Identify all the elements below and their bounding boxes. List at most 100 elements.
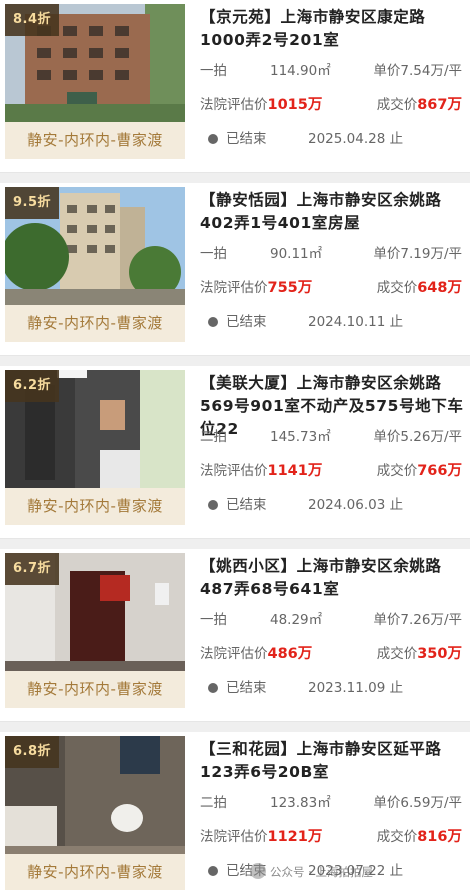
status-badge: 已结束 bbox=[200, 126, 267, 152]
appraisal-label: 法院评估价 bbox=[200, 646, 268, 662]
listing-thumbnail[interactable]: 6.2折 静安-内环内-曹家渡 bbox=[5, 370, 185, 525]
discount-badge: 6.2折 bbox=[5, 370, 60, 402]
listing-card[interactable]: 9.5折 静安-内环内-曹家渡 【静安恬园】上海市静安区余姚路402弄1号401… bbox=[0, 183, 470, 356]
deal-label: 成交价 bbox=[376, 97, 418, 113]
listing-info: 【静安恬园】上海市静安区余姚路402弄1号401室房屋 一拍 90.11㎡ 单价… bbox=[200, 183, 466, 356]
deal-value: 766万 bbox=[417, 463, 462, 479]
auction-round: 二拍 bbox=[200, 429, 227, 445]
status-dot-icon bbox=[208, 866, 218, 876]
deal-label: 成交价 bbox=[376, 646, 418, 662]
deal-price: 成交价648万 bbox=[377, 275, 462, 301]
appraisal-value: 755万 bbox=[267, 280, 313, 296]
unit-price: 单价5.26万/平 bbox=[373, 429, 462, 445]
auction-round: 一拍 bbox=[200, 63, 227, 79]
auction-round: 一拍 bbox=[200, 612, 227, 628]
end-date: 2023.11.09 止 bbox=[308, 680, 404, 696]
listing-card[interactable]: 6.8折 静安-内环内-曹家渡 【三和花园】上海市静安区延平路123弄6号20B… bbox=[0, 732, 470, 890]
appraisal-label: 法院评估价 bbox=[200, 829, 268, 845]
price-row: 二拍 123.83㎡ 单价6.59万/平 bbox=[200, 790, 466, 816]
status-badge: 已结束 bbox=[200, 675, 267, 701]
watermark-text: 公众号 · 上海拍拍屋 bbox=[270, 865, 373, 879]
appraisal-label: 法院评估价 bbox=[200, 97, 268, 113]
status-dot-icon bbox=[208, 500, 218, 510]
location-tag: 静安-内环内-曹家渡 bbox=[5, 671, 185, 708]
status-dot-icon bbox=[208, 317, 218, 327]
deal-label: 成交价 bbox=[376, 280, 418, 296]
status-text: 已结束 bbox=[226, 497, 267, 513]
valuation-row: 法院评估价486万 成交价350万 bbox=[200, 641, 466, 667]
valuation-row: 法院评估价755万 成交价648万 bbox=[200, 275, 466, 301]
appraisal-value: 486万 bbox=[267, 646, 313, 662]
status-badge: 已结束 bbox=[200, 492, 267, 518]
deal-value: 816万 bbox=[417, 829, 462, 845]
appraisal-price: 法院评估价486万 bbox=[200, 641, 312, 667]
listing-card[interactable]: 6.2折 静安-内环内-曹家渡 【美联大厦】上海市静安区余姚路569号901室不… bbox=[0, 366, 470, 539]
price-row: 一拍 114.90㎡ 单价7.54万/平 bbox=[200, 58, 466, 84]
price-row: 二拍 145.73㎡ 单价5.26万/平 bbox=[200, 424, 466, 450]
valuation-row: 法院评估价1141万 成交价766万 bbox=[200, 458, 466, 484]
status-row: 已结束 2024.06.03 止 bbox=[200, 492, 466, 518]
floor-area: 48.29㎡ bbox=[270, 612, 323, 628]
location-tag: 静安-内环内-曹家渡 bbox=[5, 488, 185, 525]
listing-thumbnail[interactable]: 8.4折 静安-内环内-曹家渡 bbox=[5, 4, 185, 159]
price-row: 一拍 90.11㎡ 单价7.19万/平 bbox=[200, 241, 466, 267]
end-date: 2025.04.28 止 bbox=[308, 131, 404, 147]
floor-area: 123.83㎡ bbox=[270, 795, 331, 811]
deal-value: 350万 bbox=[417, 646, 462, 662]
deal-label: 成交价 bbox=[376, 463, 418, 479]
appraisal-price: 法院评估价1015万 bbox=[200, 92, 322, 118]
unit-price: 单价7.26万/平 bbox=[373, 612, 462, 628]
status-row: 已结束 2023.11.09 止 bbox=[200, 675, 466, 701]
auction-listing-list: 8.4折 静安-内环内-曹家渡 【京元苑】上海市静安区康定路1000弄2号201… bbox=[0, 0, 470, 890]
listing-title[interactable]: 【三和花园】上海市静安区延平路123弄6号20B室 bbox=[200, 738, 466, 784]
discount-badge: 6.8折 bbox=[5, 736, 60, 768]
deal-value: 648万 bbox=[417, 280, 462, 296]
status-row: 已结束 2025.04.28 止 bbox=[200, 126, 466, 152]
floor-area: 114.90㎡ bbox=[270, 63, 331, 79]
listing-info: 【姚西小区】上海市静安区余姚路487弄68号641室 一拍 48.29㎡ 单价7… bbox=[200, 549, 466, 722]
location-tag: 静安-内环内-曹家渡 bbox=[5, 122, 185, 159]
end-date: 2024.10.11 止 bbox=[308, 314, 404, 330]
deal-value: 867万 bbox=[417, 97, 462, 113]
deal-price: 成交价350万 bbox=[377, 641, 462, 667]
unit-price: 单价7.54万/平 bbox=[373, 63, 462, 79]
listing-thumbnail[interactable]: 6.7折 静安-内环内-曹家渡 bbox=[5, 553, 185, 708]
status-dot-icon bbox=[208, 134, 218, 144]
watermark: 公众号 · 上海拍拍屋 bbox=[250, 862, 373, 882]
appraisal-label: 法院评估价 bbox=[200, 463, 268, 479]
status-badge: 已结束 bbox=[200, 309, 267, 335]
valuation-row: 法院评估价1121万 成交价816万 bbox=[200, 824, 466, 850]
appraisal-label: 法院评估价 bbox=[200, 280, 268, 296]
wechat-official-account-icon bbox=[250, 863, 266, 879]
appraisal-value: 1015万 bbox=[267, 97, 323, 113]
valuation-row: 法院评估价1015万 成交价867万 bbox=[200, 92, 466, 118]
listing-thumbnail[interactable]: 9.5折 静安-内环内-曹家渡 bbox=[5, 187, 185, 342]
status-dot-icon bbox=[208, 683, 218, 693]
price-row: 一拍 48.29㎡ 单价7.26万/平 bbox=[200, 607, 466, 633]
location-tag: 静安-内环内-曹家渡 bbox=[5, 305, 185, 342]
floor-area: 145.73㎡ bbox=[270, 429, 331, 445]
listing-card[interactable]: 8.4折 静安-内环内-曹家渡 【京元苑】上海市静安区康定路1000弄2号201… bbox=[0, 0, 470, 173]
listing-info: 【京元苑】上海市静安区康定路1000弄2号201室 一拍 114.90㎡ 单价7… bbox=[200, 0, 466, 173]
discount-badge: 9.5折 bbox=[5, 187, 60, 219]
appraisal-value: 1141万 bbox=[267, 463, 323, 479]
deal-price: 成交价867万 bbox=[377, 92, 462, 118]
status-text: 已结束 bbox=[226, 680, 267, 696]
listing-title[interactable]: 【姚西小区】上海市静安区余姚路487弄68号641室 bbox=[200, 555, 466, 601]
listing-thumbnail[interactable]: 6.8折 静安-内环内-曹家渡 bbox=[5, 736, 185, 890]
deal-label: 成交价 bbox=[376, 829, 418, 845]
listing-title[interactable]: 【京元苑】上海市静安区康定路1000弄2号201室 bbox=[200, 6, 466, 52]
status-text: 已结束 bbox=[226, 314, 267, 330]
floor-area: 90.11㎡ bbox=[270, 246, 323, 262]
discount-badge: 8.4折 bbox=[5, 4, 60, 36]
status-row: 已结束 2024.10.11 止 bbox=[200, 309, 466, 335]
deal-price: 成交价816万 bbox=[377, 824, 462, 850]
listing-card[interactable]: 6.7折 静安-内环内-曹家渡 【姚西小区】上海市静安区余姚路487弄68号64… bbox=[0, 549, 470, 722]
discount-badge: 6.7折 bbox=[5, 553, 60, 585]
auction-round: 一拍 bbox=[200, 246, 227, 262]
deal-price: 成交价766万 bbox=[377, 458, 462, 484]
listing-title[interactable]: 【静安恬园】上海市静安区余姚路402弄1号401室房屋 bbox=[200, 189, 466, 235]
appraisal-price: 法院评估价1141万 bbox=[200, 458, 322, 484]
auction-round: 二拍 bbox=[200, 795, 227, 811]
status-text: 已结束 bbox=[226, 131, 267, 147]
